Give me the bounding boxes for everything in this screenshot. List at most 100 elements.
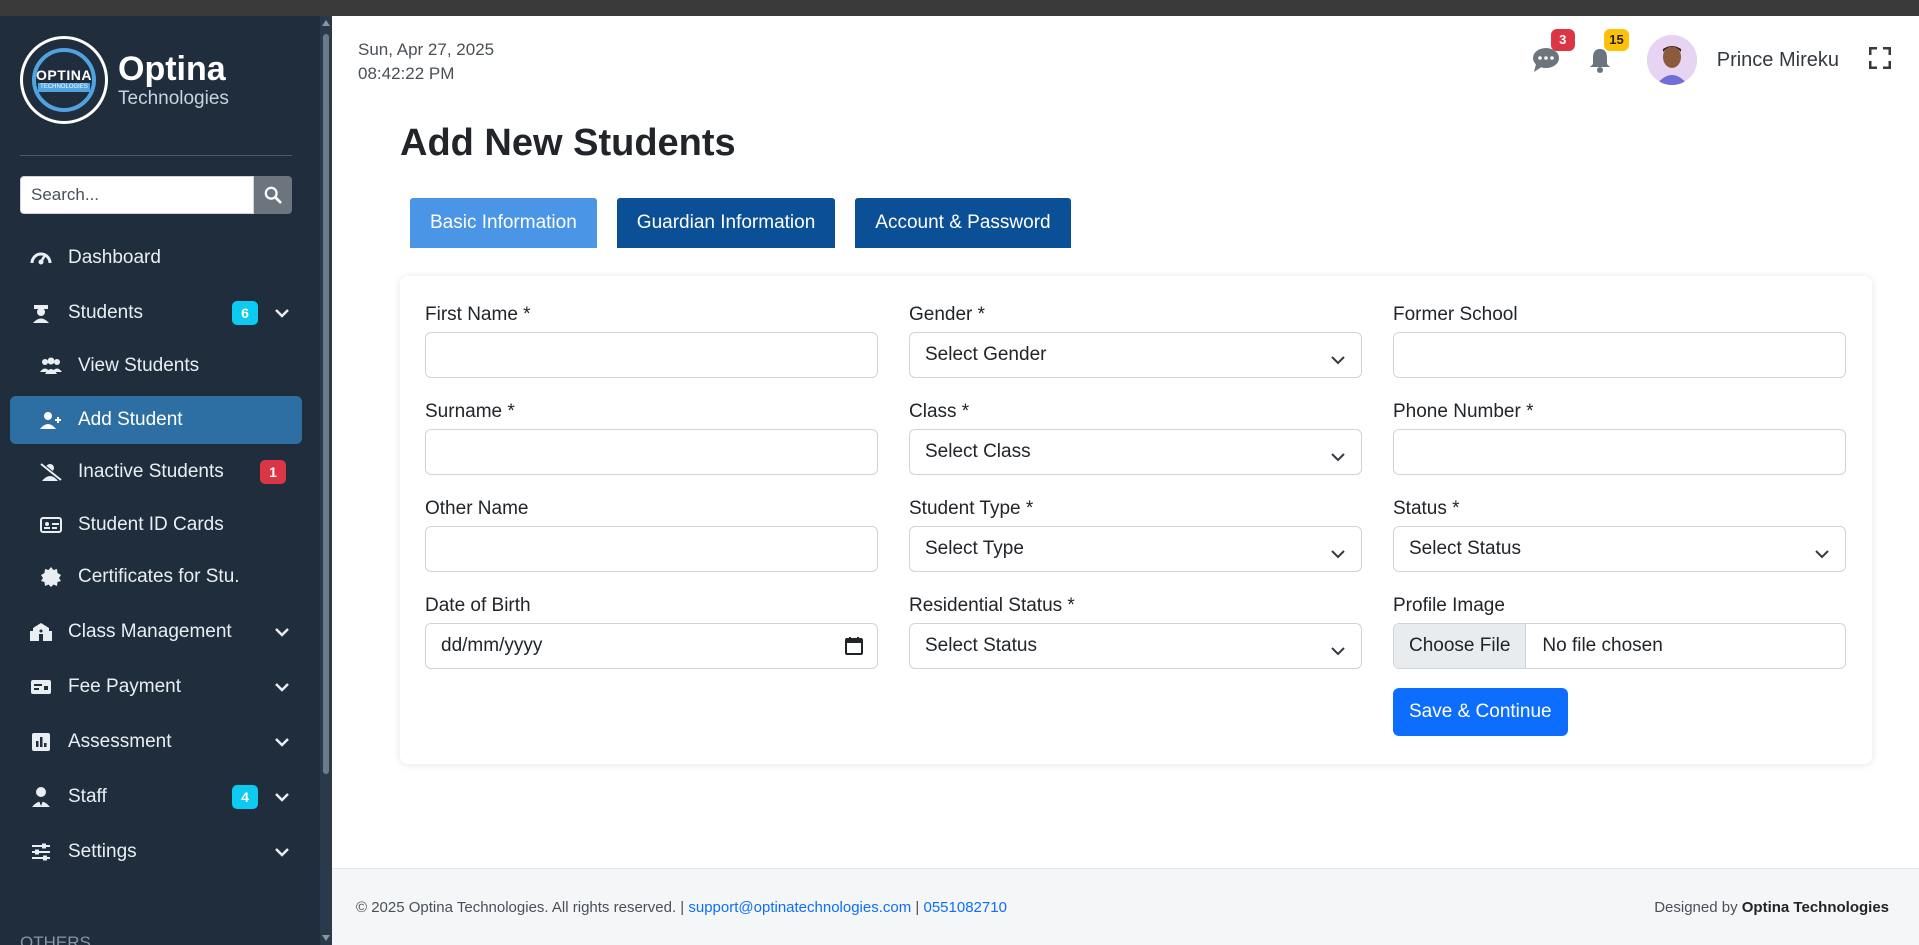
sidebar-divider	[20, 155, 292, 156]
messages-count-badge: 3	[1550, 29, 1575, 51]
scrollbar-thumb[interactable]	[323, 34, 329, 774]
sidebar-item-label: Inactive Students	[78, 461, 224, 482]
sidebar-item-label: Fee Payment	[68, 676, 181, 697]
footer-email-link[interactable]: support@optinatechnologies.com	[688, 899, 911, 916]
sidebar-item-dashboard[interactable]: Dashboard	[10, 234, 302, 282]
sidebar-scrollbar[interactable]	[320, 16, 332, 945]
datetime: Sun, Apr 27, 2025 08:42:22 PM	[358, 38, 494, 86]
student-type-select[interactable]: Select Type	[909, 526, 1362, 572]
gauge-icon	[28, 245, 54, 271]
surname-field: Surname *	[425, 401, 878, 475]
logo-sub: TECHNOLOGIES	[38, 83, 90, 92]
current-date: Sun, Apr 27, 2025	[358, 40, 495, 59]
sidebar-item-fee-payment[interactable]: Fee Payment	[10, 663, 302, 711]
sidebar-item-label: Staff	[68, 786, 107, 807]
status-select[interactable]: Select Status	[1393, 526, 1846, 572]
school-icon	[28, 619, 54, 645]
chevron-down-icon	[1331, 640, 1345, 662]
avatar[interactable]	[1646, 35, 1697, 85]
sidebar-item-students[interactable]: Students 6	[10, 289, 302, 337]
sidebar-item-inactive-students[interactable]: Inactive Students 1	[10, 448, 302, 496]
footer-phone-link[interactable]: 0551082710	[924, 899, 1007, 916]
logo-word: OPTINA	[36, 67, 92, 83]
other-name-input[interactable]	[425, 526, 878, 572]
other-name-field: Other Name	[425, 498, 878, 572]
form-tabs: Basic Information Guardian Information A…	[410, 198, 1091, 248]
browser-top-strip	[0, 0, 1919, 16]
form-card: First Name * Surname * Other Name Date o…	[400, 276, 1872, 764]
gender-select[interactable]: Select Gender	[909, 332, 1362, 378]
sidebar-item-settings[interactable]: Settings	[10, 828, 302, 876]
avatar-image	[1646, 35, 1697, 85]
chevron-down-icon[interactable]	[262, 847, 302, 857]
sidebar-item-label: Student ID Cards	[78, 514, 224, 535]
chevron-down-icon	[1815, 543, 1829, 565]
id-card-icon	[38, 512, 64, 538]
fullscreen-icon[interactable]	[1868, 46, 1892, 74]
tab-basic-information[interactable]: Basic Information	[410, 198, 597, 248]
phone-number-input[interactable]	[1393, 429, 1846, 475]
staff-count-badge: 4	[232, 785, 258, 809]
status-field: Status * Select Status	[1393, 498, 1846, 572]
search-button[interactable]	[254, 176, 292, 214]
scroll-down-icon[interactable]	[322, 935, 330, 941]
chevron-down-icon[interactable]	[262, 308, 302, 318]
notifications-button[interactable]: 15	[1585, 29, 1629, 75]
residential-status-value: Select Status	[925, 635, 1037, 656]
chevron-down-icon[interactable]	[262, 682, 302, 692]
sidebar-item-label: Class Management	[68, 621, 232, 642]
save-continue-button[interactable]: Save & Continue	[1393, 688, 1568, 736]
sidebar-item-view-students[interactable]: View Students	[10, 342, 302, 390]
sidebar-item-student-id-cards[interactable]: Student ID Cards	[10, 501, 302, 549]
footer: © 2025 Optina Technologies. All rights r…	[332, 868, 1919, 945]
sidebar-item-certificates[interactable]: Certificates for Stu.	[10, 553, 302, 601]
messages-button[interactable]: 3	[1531, 29, 1575, 75]
scroll-up-icon[interactable]	[322, 20, 330, 26]
other-name-label: Other Name	[425, 498, 529, 519]
user-name[interactable]: Prince Mireku	[1717, 49, 1839, 72]
first-name-field: First Name *	[425, 304, 878, 378]
residential-status-select[interactable]: Select Status	[909, 623, 1362, 669]
choose-file-button[interactable]: Choose File	[1394, 624, 1527, 668]
dob-placeholder: dd/mm/yyyy	[441, 635, 543, 656]
sidebar-search	[20, 176, 292, 214]
status-label: Status *	[1393, 498, 1460, 519]
chevron-down-icon	[1331, 543, 1345, 565]
gender-label: Gender *	[909, 304, 986, 325]
class-select[interactable]: Select Class	[909, 429, 1362, 475]
chevron-down-icon[interactable]	[262, 737, 302, 747]
sidebar-item-class-management[interactable]: Class Management	[10, 608, 302, 656]
brand[interactable]: OPTINA TECHNOLOGIES Optina Technologies	[20, 36, 229, 124]
chevron-down-icon[interactable]	[262, 792, 302, 802]
certificate-icon	[38, 564, 64, 590]
calendar-icon[interactable]	[845, 637, 863, 661]
dob-label: Date of Birth	[425, 595, 531, 616]
tab-guardian-information[interactable]: Guardian Information	[616, 198, 836, 248]
tab-account-password[interactable]: Account & Password	[855, 198, 1071, 248]
brand-sub: Technologies	[118, 88, 229, 109]
search-input[interactable]	[20, 176, 254, 214]
gender-value: Select Gender	[925, 344, 1047, 365]
profile-image-input[interactable]: Choose File No file chosen	[1393, 623, 1846, 669]
chevron-down-icon	[1331, 349, 1345, 371]
sidebar-item-add-student[interactable]: Add Student	[10, 396, 302, 444]
sidebar-item-staff[interactable]: Staff 4	[10, 773, 302, 821]
money-check-icon	[28, 674, 54, 700]
sidebar-section-others: OTHERS	[20, 933, 91, 945]
former-school-input[interactable]	[1393, 332, 1846, 378]
dob-input[interactable]: dd/mm/yyyy	[425, 623, 878, 669]
sliders-icon	[28, 839, 54, 865]
surname-input[interactable]	[425, 429, 878, 475]
chevron-down-icon[interactable]	[262, 627, 302, 637]
user-plus-icon	[38, 407, 64, 433]
student-type-label: Student Type *	[909, 498, 1034, 519]
former-school-label: Former School	[1393, 304, 1518, 325]
sidebar-item-assessment[interactable]: Assessment	[10, 718, 302, 766]
phone-number-label: Phone Number *	[1393, 401, 1534, 422]
footer-company: Optina Technologies	[1741, 899, 1889, 916]
first-name-input[interactable]	[425, 332, 878, 378]
student-icon	[28, 300, 54, 326]
class-value: Select Class	[925, 441, 1031, 462]
dob-field: Date of Birth dd/mm/yyyy	[425, 595, 878, 669]
search-icon	[264, 186, 282, 204]
